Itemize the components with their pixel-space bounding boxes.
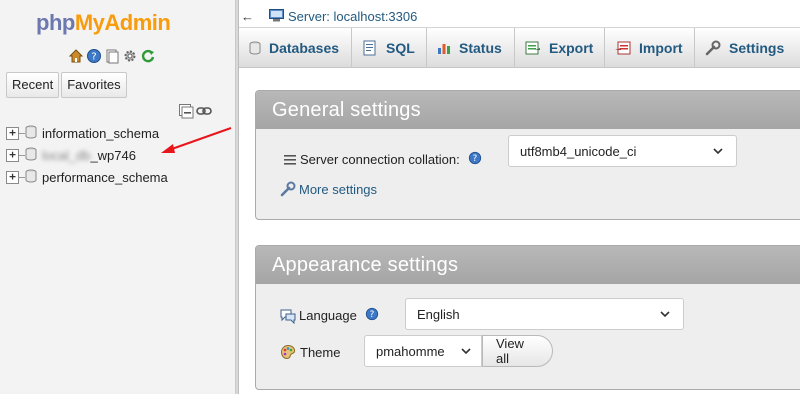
panel-title: Appearance settings bbox=[256, 246, 800, 284]
tab-status[interactable]: Status bbox=[427, 28, 515, 68]
help-icon[interactable]: ? bbox=[468, 151, 482, 168]
collation-select[interactable]: utf8mb4_unicode_ci bbox=[508, 135, 737, 167]
reload-icon[interactable] bbox=[140, 48, 156, 64]
tree-item-database[interactable]: + local_db_wp746 bbox=[6, 144, 168, 166]
theme-label: Theme bbox=[300, 344, 341, 360]
import-icon bbox=[615, 41, 631, 55]
panel-title: General settings bbox=[256, 91, 800, 129]
database-name[interactable]: performance_schema bbox=[42, 170, 168, 185]
tab-databases[interactable]: Databases bbox=[239, 28, 352, 68]
main-content: General settings Server connection colla… bbox=[239, 68, 800, 394]
tab-label: SQL bbox=[386, 40, 415, 56]
help-icon[interactable]: ? bbox=[86, 48, 102, 64]
server-icon bbox=[269, 8, 284, 25]
database-icon bbox=[249, 41, 261, 55]
language-icon bbox=[280, 309, 296, 324]
theme-row: Theme bbox=[280, 344, 340, 360]
panel-body: Language ? English Theme pmahomme View a… bbox=[256, 284, 800, 389]
docs-icon[interactable] bbox=[104, 48, 120, 64]
database-tree: + information_schema + local_db_wp746 + … bbox=[6, 122, 168, 188]
logo-text-php: php bbox=[36, 10, 75, 35]
wrench-icon bbox=[705, 40, 721, 56]
gear-icon[interactable] bbox=[122, 48, 138, 64]
more-settings-link[interactable]: More settings bbox=[299, 182, 377, 197]
collation-label: Server connection collation: bbox=[300, 152, 460, 167]
server-label[interactable]: Server: localhost:3306 bbox=[288, 9, 417, 24]
svg-text:?: ? bbox=[91, 52, 96, 63]
expand-icon[interactable]: + bbox=[6, 148, 19, 162]
database-icon bbox=[25, 125, 37, 142]
database-name-suffix: _wp746 bbox=[90, 147, 136, 163]
collapse-nav-arrow-icon[interactable]: ← bbox=[241, 9, 257, 24]
tab-sql[interactable]: SQL bbox=[352, 28, 427, 68]
language-value: English bbox=[417, 306, 460, 322]
panel-body: Server connection collation: ? utf8mb4_u… bbox=[256, 129, 800, 219]
database-name-redacted[interactable]: local_db_wp746 bbox=[42, 148, 136, 163]
view-all-button[interactable]: View all bbox=[482, 335, 553, 367]
export-icon bbox=[525, 41, 540, 55]
status-icon bbox=[438, 44, 450, 54]
redacted-prefix: local_db bbox=[42, 147, 91, 163]
language-label: Language bbox=[299, 308, 357, 323]
database-name[interactable]: information_schema bbox=[42, 126, 159, 141]
tab-label: Export bbox=[549, 40, 594, 56]
svg-text:?: ? bbox=[370, 310, 375, 320]
navigation-panel: phpMyAdmin ? Recent Favorites + informat… bbox=[0, 0, 236, 394]
annotation-arrow-icon bbox=[161, 127, 232, 153]
tab-label: Settings bbox=[729, 40, 785, 56]
more-settings-row[interactable]: More settings bbox=[280, 181, 377, 197]
database-icon bbox=[25, 169, 37, 186]
tab-favorites[interactable]: Favorites bbox=[61, 72, 127, 98]
tab-import[interactable]: Import bbox=[605, 28, 695, 68]
collation-row: Server connection collation: ? bbox=[284, 151, 482, 168]
tab-label: Status bbox=[459, 40, 502, 56]
tree-item-database[interactable]: + information_schema bbox=[6, 122, 168, 144]
tab-recent[interactable]: Recent bbox=[6, 72, 60, 98]
chevron-down-icon bbox=[713, 148, 723, 155]
svg-text:?: ? bbox=[472, 154, 477, 164]
general-settings-panel: General settings Server connection colla… bbox=[255, 90, 800, 220]
tab-label: Databases bbox=[269, 40, 340, 56]
expand-icon[interactable]: + bbox=[6, 170, 19, 184]
palette-icon bbox=[280, 344, 296, 360]
server-breadcrumb-bar: ← Server: localhost:3306 bbox=[239, 6, 800, 28]
tree-item-database[interactable]: + performance_schema bbox=[6, 166, 168, 188]
chevron-down-icon bbox=[461, 348, 471, 355]
language-select[interactable]: English bbox=[405, 298, 684, 330]
language-row: Language ? bbox=[280, 307, 379, 324]
home-icon[interactable] bbox=[68, 48, 84, 64]
logo-text-myadmin: MyAdmin bbox=[74, 10, 171, 35]
sql-icon bbox=[363, 40, 376, 56]
tab-settings[interactable]: Settings bbox=[695, 28, 800, 68]
appearance-settings-panel: Appearance settings Language ? English T… bbox=[255, 245, 800, 390]
expand-icon[interactable]: + bbox=[6, 126, 19, 140]
help-icon[interactable]: ? bbox=[365, 307, 379, 324]
list-icon bbox=[284, 154, 296, 165]
phpmyadmin-logo[interactable]: phpMyAdmin bbox=[36, 10, 171, 36]
theme-select[interactable]: pmahomme bbox=[364, 335, 482, 367]
database-icon bbox=[25, 147, 37, 164]
tab-export[interactable]: Export bbox=[515, 28, 605, 68]
collation-value: utf8mb4_unicode_ci bbox=[520, 143, 637, 159]
nav-tabs: Recent Favorites bbox=[6, 72, 127, 98]
theme-value: pmahomme bbox=[376, 343, 445, 359]
nav-icon-bar: ? bbox=[68, 48, 156, 64]
wrench-icon bbox=[280, 181, 296, 197]
chevron-down-icon bbox=[660, 311, 670, 318]
tab-label: Import bbox=[639, 40, 683, 56]
main-tab-bar: Databases SQL Status Export Import Setti… bbox=[239, 28, 800, 68]
